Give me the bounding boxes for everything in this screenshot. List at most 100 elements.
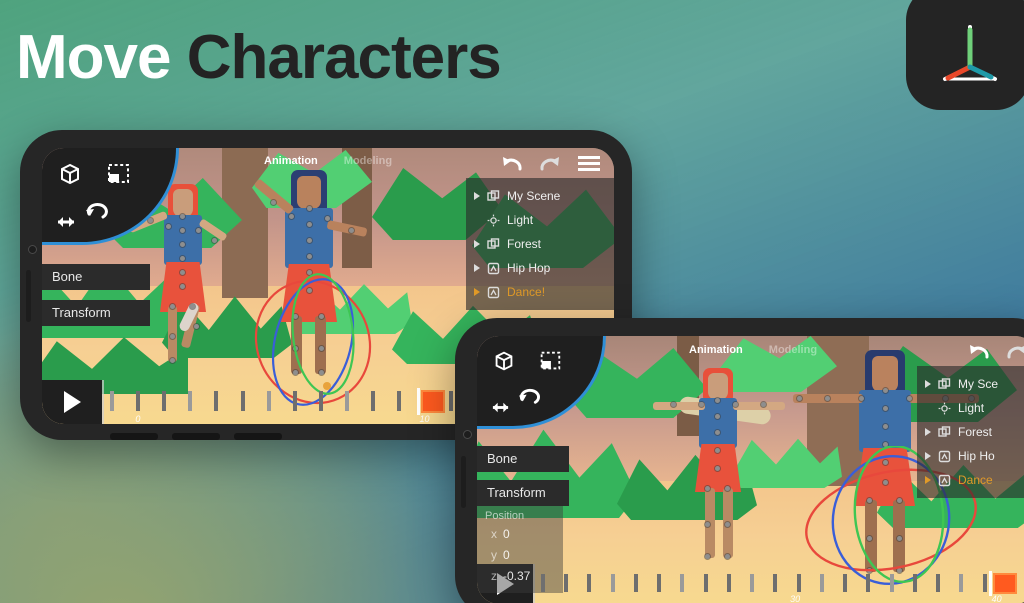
hierarchy-item[interactable]: Light	[466, 208, 614, 232]
hierarchy-item[interactable]: My Scene	[466, 184, 614, 208]
select-marquee-icon[interactable]	[104, 160, 132, 188]
hierarchy-label: Light	[507, 213, 534, 227]
cube-tool-icon[interactable]	[56, 160, 84, 188]
head	[708, 373, 728, 400]
timeline-tick	[866, 574, 871, 592]
axis-value-z[interactable]: -0.37	[503, 569, 530, 583]
timeline-playhead[interactable]	[416, 387, 420, 416]
arm-left	[653, 402, 705, 410]
axis-label-x: x	[491, 527, 497, 541]
transform-properties[interactable]: Position x0 y0 z -0.37	[477, 506, 563, 593]
timeline-tick	[292, 391, 297, 411]
timeline-tick-label: 10	[419, 414, 430, 424]
title-word-move: Move	[16, 23, 171, 92]
hierarchy-label: Hip Ho	[958, 449, 995, 463]
top-right-actions[interactable]	[967, 341, 1024, 361]
chevron-right-icon[interactable]	[474, 240, 480, 248]
hierarchy-label: Forest	[958, 425, 993, 439]
timeline-tick	[371, 391, 376, 411]
hierarchy-label: Hip Hop	[507, 261, 551, 275]
property-pills[interactable]: Bone Transform Position x0 y0 z -0.37	[477, 446, 569, 593]
character-blue[interactable]	[253, 170, 372, 406]
character-red[interactable]	[653, 368, 785, 568]
hierarchy-item-selected[interactable]: Dance	[917, 468, 1024, 492]
top-right-actions[interactable]	[500, 153, 602, 173]
tab-animation[interactable]: Animation	[264, 155, 318, 167]
head	[872, 356, 898, 392]
hierarchy-item[interactable]: Light	[917, 396, 1024, 420]
move-tool-icon[interactable]	[52, 212, 80, 232]
timeline-tick	[959, 574, 964, 592]
animation-icon	[938, 450, 951, 462]
hamburger-menu-icon[interactable]	[576, 153, 602, 173]
play-button[interactable]	[42, 380, 102, 424]
leg-right	[315, 316, 326, 374]
timeline-tick	[188, 391, 193, 411]
select-marquee-icon[interactable]	[537, 348, 563, 374]
property-pills[interactable]: Bone Transform	[42, 264, 150, 326]
timeline-playhead[interactable]	[988, 571, 992, 596]
animation-icon	[487, 286, 500, 298]
timeline-keyframe[interactable]	[992, 572, 1017, 594]
hierarchy-label: Dance	[958, 473, 993, 487]
chevron-right-icon[interactable]	[474, 264, 480, 272]
scene-hierarchy-panel[interactable]: My Scene Light Forest Hip Hop Dance!	[466, 178, 614, 310]
pill-transform[interactable]: Transform	[477, 480, 569, 506]
phone-camera	[463, 430, 472, 439]
timeline-tick-label: 0	[135, 414, 141, 424]
rotate-tool-icon[interactable]	[84, 200, 112, 224]
chevron-right-icon[interactable]	[474, 192, 480, 200]
hierarchy-label: Forest	[507, 237, 542, 251]
redo-icon[interactable]	[538, 153, 562, 173]
timeline-tick	[266, 391, 271, 411]
head	[297, 176, 321, 209]
scene-hierarchy-panel[interactable]: My Sce Light Forest Hip Ho Dance	[917, 366, 1024, 498]
hierarchy-item-selected[interactable]: Dance!	[466, 280, 614, 304]
rotate-tool-icon[interactable]	[517, 386, 544, 409]
phone-side-button	[26, 270, 31, 322]
pill-transform[interactable]: Transform	[42, 300, 150, 326]
mode-tabs[interactable]: Animation Modeling	[689, 344, 817, 356]
scene-icon	[487, 189, 500, 201]
chevron-right-icon[interactable]	[925, 452, 931, 460]
hierarchy-item[interactable]: My Sce	[917, 372, 1024, 396]
hierarchy-label: My Sce	[958, 377, 999, 391]
redo-icon[interactable]	[1005, 341, 1024, 361]
timeline-tick	[703, 574, 708, 592]
timeline-tick	[750, 574, 755, 592]
chevron-right-icon[interactable]	[925, 476, 931, 484]
undo-icon[interactable]	[967, 341, 991, 361]
mode-tabs[interactable]: Animation Modeling	[264, 155, 392, 167]
timeline-tick	[587, 574, 592, 592]
hierarchy-item[interactable]: Hip Ho	[917, 444, 1024, 468]
hierarchy-item[interactable]: Forest	[466, 232, 614, 256]
chevron-right-icon[interactable]	[925, 428, 931, 436]
tab-animation[interactable]: Animation	[689, 344, 743, 356]
cube-tool-icon[interactable]	[491, 348, 517, 374]
property-row: z -0.37	[485, 566, 553, 587]
undo-icon[interactable]	[500, 153, 524, 173]
move-tool-icon[interactable]	[487, 398, 514, 417]
app-logo	[906, 0, 1024, 110]
pill-bone[interactable]: Bone	[477, 446, 569, 472]
timeline-tick	[214, 391, 219, 411]
tab-modeling[interactable]: Modeling	[769, 344, 817, 356]
timeline-keyframe[interactable]	[420, 389, 445, 413]
tab-modeling[interactable]: Modeling	[344, 155, 392, 167]
pill-bone[interactable]: Bone	[42, 264, 150, 290]
axis-value-y[interactable]: 0	[503, 548, 510, 562]
axis-label-y: y	[491, 548, 497, 562]
timeline-track[interactable]: 30 40	[533, 564, 1024, 603]
hierarchy-item[interactable]: Hip Hop	[466, 256, 614, 280]
play-icon	[63, 391, 81, 413]
axis-value-x[interactable]: 0	[503, 527, 510, 541]
timeline-tick	[610, 574, 615, 592]
chevron-right-icon[interactable]	[474, 288, 480, 296]
timeline-tick-label: 40	[991, 594, 1002, 603]
hierarchy-item[interactable]: Forest	[917, 420, 1024, 444]
phone-mockup-front: Animation Modeling My Sce Light Forest H…	[455, 318, 1024, 603]
chevron-right-icon[interactable]	[925, 380, 931, 388]
scene-icon	[487, 237, 500, 249]
properties-title: Position	[485, 510, 525, 522]
axis-label-z: z	[491, 569, 497, 583]
